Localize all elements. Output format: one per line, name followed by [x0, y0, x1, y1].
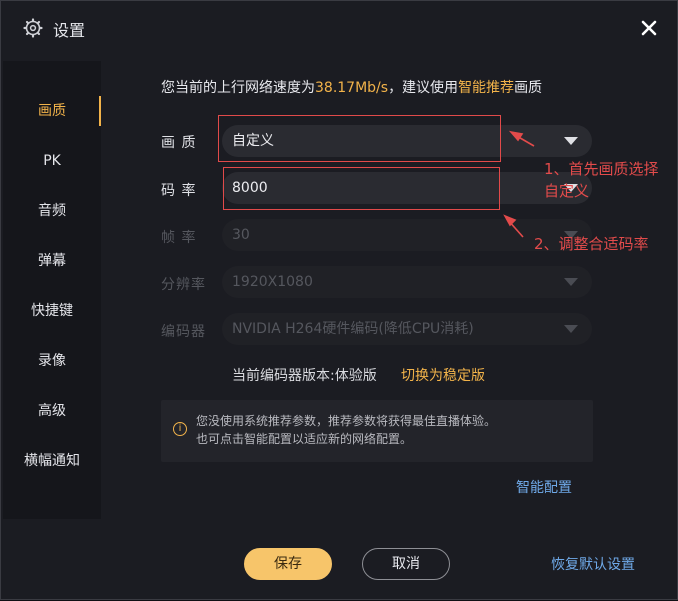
annotation-step2: 2、调整合适码率 — [534, 235, 649, 253]
cancel-button[interactable]: 取消 — [362, 548, 450, 580]
annotation-step1-line1: 1、首先画质选择 — [544, 160, 659, 178]
reset-defaults-link[interactable]: 恢复默认设置 — [551, 554, 635, 574]
annotation-arrows — [503, 130, 535, 238]
save-button[interactable]: 保存 — [244, 548, 332, 580]
settings-window: 设置 画质 PK 音频 弹幕 快捷键 录像 高级 横幅通知 您当前的上行网络速度… — [0, 0, 678, 600]
annotation-step1-line2: 自定义 — [544, 182, 590, 200]
